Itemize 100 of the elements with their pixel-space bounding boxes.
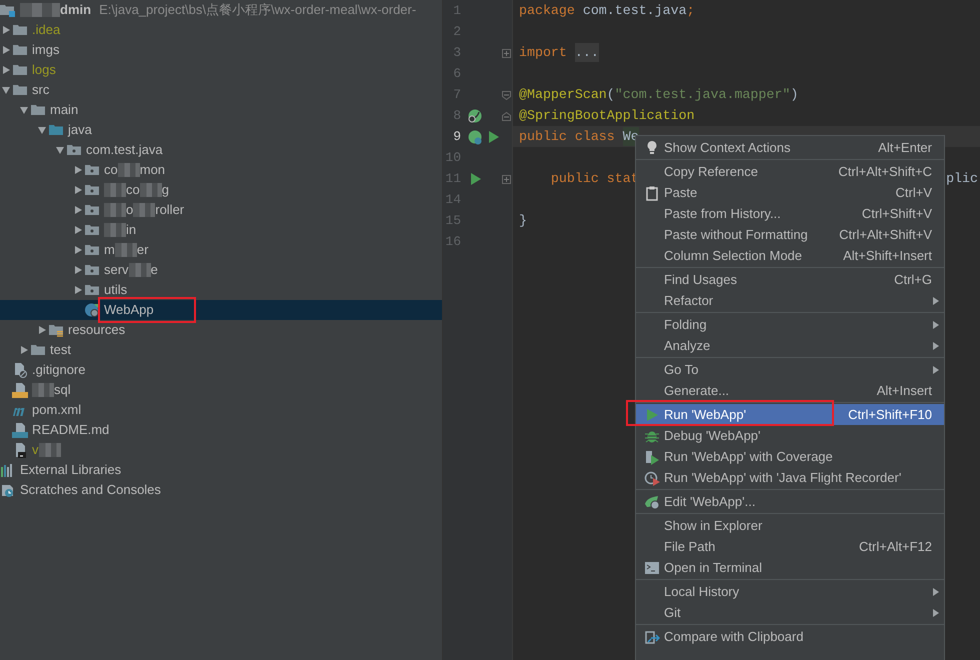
module-folder-icon [0, 2, 16, 18]
tree-row-background[interactable]: test [0, 340, 442, 360]
package-icon [84, 182, 100, 198]
file-icon [12, 362, 28, 378]
clipboard-icon [644, 184, 660, 200]
tree-item-label: er [136, 241, 148, 260]
package-icon [84, 242, 100, 258]
tree-item-label: g [162, 181, 169, 200]
redaction-mask [20, 3, 60, 17]
tree-row-background[interactable]: java [0, 120, 442, 140]
menu-item[interactable]: Debug 'WebApp' [636, 425, 944, 446]
package-icon [84, 262, 100, 278]
tree-row-background[interactable]: o roller [0, 200, 442, 220]
code-text: public class [519, 128, 616, 146]
menu-item[interactable]: Run 'WebApp' with 'Java Flight Recorder' [636, 467, 944, 488]
tree-row-background[interactable]: serv e [0, 260, 442, 280]
menu-item[interactable]: Find Usages Ctrl+G [636, 269, 944, 290]
tree-row-background[interactable]: README.md [0, 420, 442, 440]
compare-clipboard-icon [644, 628, 660, 644]
tree-row-background[interactable]: resources [0, 320, 442, 340]
tree-item-label: .idea [32, 21, 60, 40]
spring-bean-icon[interactable] [467, 128, 483, 144]
folder-icon [12, 22, 28, 38]
menu-item[interactable]: Show Context Actions Alt+Enter [636, 137, 944, 158]
submenu-arrow-icon [932, 340, 940, 350]
tree-row-background[interactable]: .gitignore [0, 360, 442, 380]
menu-item[interactable]: Copy Reference Ctrl+Alt+Shift+C [636, 161, 944, 182]
tree-row-background[interactable]: main [0, 100, 442, 120]
menu-item[interactable]: Analyze [636, 335, 944, 356]
menu-item[interactable]: Generate... Alt+Insert [636, 380, 944, 401]
menu-item[interactable]: Folding [636, 314, 944, 335]
sql-file-icon [12, 382, 28, 398]
project-path: E:\java_project\bs\点餐小程序\wx-order-meal\wx-order- [99, 1, 416, 20]
menu-item[interactable]: Open in Terminal [636, 557, 944, 578]
tree-row-background[interactable]: External Libraries [0, 460, 442, 480]
selected-tree-row[interactable]: WebApp [0, 300, 442, 320]
menu-item[interactable]: Refactor [636, 290, 944, 311]
code-text: ; [686, 2, 695, 20]
tree-item-label: .gitignore [32, 361, 86, 380]
menu-item[interactable]: Go To [636, 359, 944, 380]
tree-row-background[interactable]: in [0, 220, 442, 240]
code-text: ... [574, 42, 599, 62]
fold-expand-icon[interactable] [501, 48, 512, 59]
redaction-mask [38, 443, 60, 457]
tree-item-label: Scratches and Consoles [20, 481, 161, 500]
tree-row-background[interactable]: co g [0, 180, 442, 200]
tree-row-background[interactable]: sql [0, 380, 442, 400]
redaction-mask [118, 163, 140, 177]
spring-bean-icon[interactable] [467, 108, 483, 124]
run-icon [644, 406, 660, 422]
menu-item[interactable]: Paste without Formatting Ctrl+Alt+Shift+V [636, 224, 944, 245]
tree-item-label: External Libraries [20, 461, 122, 480]
tree-item-label: resources [68, 321, 126, 340]
tree-item-label: logs [32, 61, 56, 80]
fold-icon[interactable] [501, 110, 512, 122]
menu-item[interactable]: Edit 'WebApp'... [636, 491, 944, 512]
tree-row-background[interactable]: com.test.java [0, 140, 442, 160]
menu-item[interactable]: Paste Ctrl+V [636, 182, 944, 203]
tree-item-label: main [50, 101, 78, 120]
menu-item[interactable]: Local History [636, 581, 944, 602]
tree-row-background[interactable]: pom.xml [0, 400, 442, 420]
fold-expand-icon[interactable] [501, 174, 512, 185]
menu-item[interactable]: Column Selection Mode Alt+Shift+Insert [636, 245, 944, 266]
submenu-arrow-icon [932, 364, 940, 374]
code-text: plic [946, 170, 978, 188]
menu-item[interactable]: Show in Explorer [636, 515, 944, 536]
tree-item-label: serv [104, 261, 129, 280]
redaction-mask [133, 203, 156, 217]
menu-item[interactable]: Paste from History... Ctrl+Shift+V [636, 203, 944, 224]
spring-config-icon [644, 494, 660, 510]
tree-row-background[interactable]: utils [0, 280, 442, 300]
tree-row-background[interactable]: Scratches and Consoles [0, 480, 442, 500]
tree-item-label: v [32, 441, 38, 460]
tree-row-background[interactable]: .idea [0, 20, 442, 40]
scratches-icon [0, 482, 16, 498]
tree-row-background[interactable]: imgs [0, 40, 442, 60]
tree-row-background[interactable]: v [0, 440, 442, 460]
tree-row-background[interactable]: logs [0, 60, 442, 80]
code-text: @MapperScan [519, 86, 607, 104]
code-text: @SpringBootApplication [519, 106, 695, 125]
tree-row-background[interactable]: co mon [0, 160, 442, 180]
fold-icon[interactable] [501, 90, 512, 101]
tree-item-label: com.test.java [86, 141, 163, 160]
redaction-mask [140, 183, 162, 197]
tree-item-label: test [50, 341, 71, 360]
code-text: package [519, 2, 575, 20]
menu-item[interactable]: Run 'WebApp' with Coverage [636, 446, 944, 467]
tree-row-background[interactable]: src [0, 80, 442, 100]
redaction-mask [114, 243, 137, 257]
coverage-icon [644, 448, 660, 464]
terminal-icon [644, 560, 660, 576]
menu-item[interactable]: Git [636, 602, 944, 623]
code-text: "com.test.java.mapper" [614, 86, 790, 104]
tree-item-label: utils [104, 281, 128, 300]
tree-item-label: roller [155, 201, 184, 220]
menu-item[interactable]: File Path Ctrl+Alt+F12 [636, 536, 944, 557]
folder-icon [12, 62, 28, 78]
tree-row-background[interactable]: m er [0, 240, 442, 260]
folder-icon [48, 122, 64, 138]
menu-item[interactable]: Compare with Clipboard [636, 626, 944, 647]
